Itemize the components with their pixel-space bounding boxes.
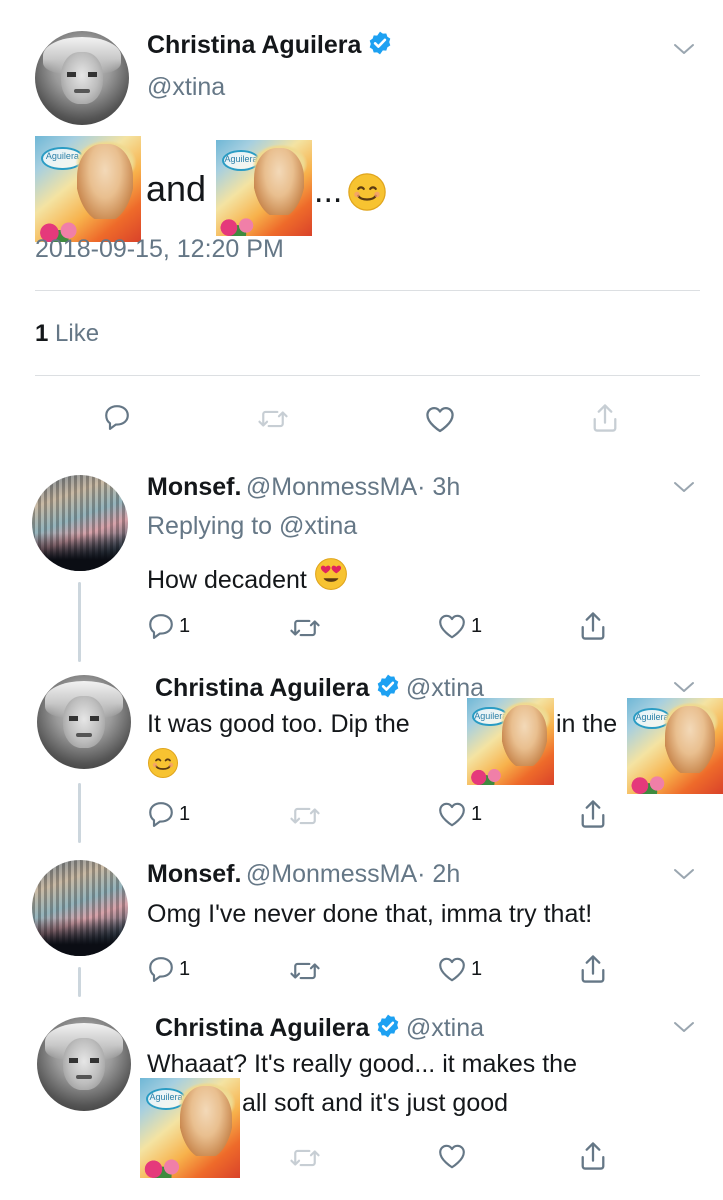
reply-icon xyxy=(147,800,175,828)
reply-text: How decadent xyxy=(147,557,348,595)
divider xyxy=(35,375,700,376)
reply-author-handle[interactable]: @MonmessMA xyxy=(246,473,417,501)
share-button[interactable] xyxy=(578,798,608,830)
tweet-timestamp: 2018-09-15, 12:20 PM xyxy=(35,235,284,263)
reply-author-name[interactable]: Monsef. xyxy=(147,860,241,888)
share-button[interactable] xyxy=(578,953,608,985)
tweet-text-and: and xyxy=(146,168,207,209)
smiling-emoji-icon xyxy=(347,172,387,212)
thread-line xyxy=(78,582,81,662)
thread-line xyxy=(78,783,81,843)
like-button[interactable]: 1 xyxy=(437,612,482,640)
album-cover-image: Aguilera xyxy=(627,698,723,794)
likes-summary[interactable]: 1 Like xyxy=(35,320,99,348)
reply-author-name[interactable]: Christina Aguilera xyxy=(155,674,369,702)
share-icon xyxy=(578,1140,608,1172)
thread-line xyxy=(78,967,81,997)
share-icon xyxy=(578,798,608,830)
album-cover-image: Aguilera xyxy=(140,1078,240,1178)
chevron-down-icon[interactable] xyxy=(673,1020,695,1034)
album-cover-image: Aguilera xyxy=(35,136,141,242)
share-button[interactable] xyxy=(578,1140,608,1172)
like-button[interactable] xyxy=(437,1142,467,1170)
album-cover-image: Aguilera xyxy=(216,140,312,236)
reply-avatar[interactable] xyxy=(32,860,128,956)
share-icon xyxy=(578,610,608,642)
reply-avatar[interactable] xyxy=(32,475,128,571)
tweet-text-ellipsis: ... xyxy=(314,172,343,210)
smiling-emoji-icon xyxy=(147,747,179,779)
reply-header: Christina Aguilera @xtina xyxy=(155,673,484,703)
chevron-down-icon[interactable] xyxy=(673,480,695,494)
reply-avatar[interactable] xyxy=(37,675,131,769)
reply-button[interactable]: 1 xyxy=(147,800,190,828)
author-name[interactable]: Christina Aguilera xyxy=(147,31,361,59)
reply-button[interactable]: 1 xyxy=(147,955,190,983)
like-count: 1 xyxy=(471,802,483,825)
retweet-button[interactable] xyxy=(288,958,322,984)
reply-author-name[interactable]: Monsef. xyxy=(147,473,241,501)
reply-icon xyxy=(147,612,175,640)
share-button[interactable] xyxy=(578,610,608,642)
reply-header: Christina Aguilera @xtina xyxy=(155,1013,484,1043)
reply-author-handle[interactable]: @MonmessMA xyxy=(246,860,417,888)
author-handle[interactable]: @xtina xyxy=(147,73,225,102)
heart-eyes-emoji-icon xyxy=(314,557,348,591)
verified-badge-icon xyxy=(375,673,401,699)
retweet-icon xyxy=(288,615,322,641)
share-icon[interactable] xyxy=(590,402,620,434)
retweet-icon[interactable] xyxy=(256,406,290,432)
author-name-row[interactable]: Christina Aguilera xyxy=(147,30,393,60)
like-count: 1 xyxy=(471,614,483,637)
reply-text-cont: all soft and it's just good xyxy=(242,1089,509,1117)
reply-avatar[interactable] xyxy=(37,1017,131,1111)
retweet-button[interactable] xyxy=(288,615,322,641)
reply-count: 1 xyxy=(179,802,191,825)
retweet-icon xyxy=(288,958,322,984)
like-count: 1 xyxy=(471,957,483,980)
like-button[interactable]: 1 xyxy=(437,955,482,983)
reply-text: Omg I've never done that, imma try that! xyxy=(147,900,593,928)
verified-badge-icon xyxy=(367,30,393,56)
like-icon xyxy=(437,612,467,640)
reply-count: 1 xyxy=(179,614,191,637)
reply-header: Monsef. @MonmessMA· 2h xyxy=(147,860,460,889)
like-icon xyxy=(437,1142,467,1170)
author-avatar[interactable] xyxy=(35,31,129,125)
reply-header: Monsef. @MonmessMA· 3h xyxy=(147,473,460,502)
reply-count: 1 xyxy=(179,957,191,980)
like-icon xyxy=(437,800,467,828)
likes-label: Like xyxy=(55,320,100,347)
reply-text: Whaaat? It's really good... it makes the xyxy=(147,1050,577,1078)
retweet-button[interactable] xyxy=(288,803,322,829)
reply-text-cont: in the xyxy=(556,710,618,738)
chevron-down-icon[interactable] xyxy=(673,680,695,694)
like-icon xyxy=(437,955,467,983)
verified-badge-icon xyxy=(375,1013,401,1039)
reply-time: · 2h xyxy=(417,860,461,888)
reply-icon xyxy=(147,955,175,983)
retweet-icon xyxy=(288,1145,322,1171)
retweet-icon xyxy=(288,803,322,829)
like-button[interactable]: 1 xyxy=(437,800,482,828)
album-cover-image: Aguilera xyxy=(467,698,554,785)
retweet-button[interactable] xyxy=(288,1145,322,1171)
replying-to[interactable]: Replying to @xtina xyxy=(147,512,357,541)
reply-time: · 3h xyxy=(417,473,461,501)
reply-text: It was good too. Dip the xyxy=(147,710,410,738)
like-icon[interactable] xyxy=(424,404,456,434)
reply-icon[interactable] xyxy=(103,403,131,431)
likes-count: 1 xyxy=(35,320,49,347)
share-icon xyxy=(578,953,608,985)
chevron-down-icon[interactable] xyxy=(673,42,695,56)
reply-button[interactable]: 1 xyxy=(147,612,190,640)
chevron-down-icon[interactable] xyxy=(673,867,695,881)
divider xyxy=(35,290,700,291)
reply-author-handle[interactable]: @xtina xyxy=(406,1014,484,1042)
reply-author-name[interactable]: Christina Aguilera xyxy=(155,1014,369,1042)
